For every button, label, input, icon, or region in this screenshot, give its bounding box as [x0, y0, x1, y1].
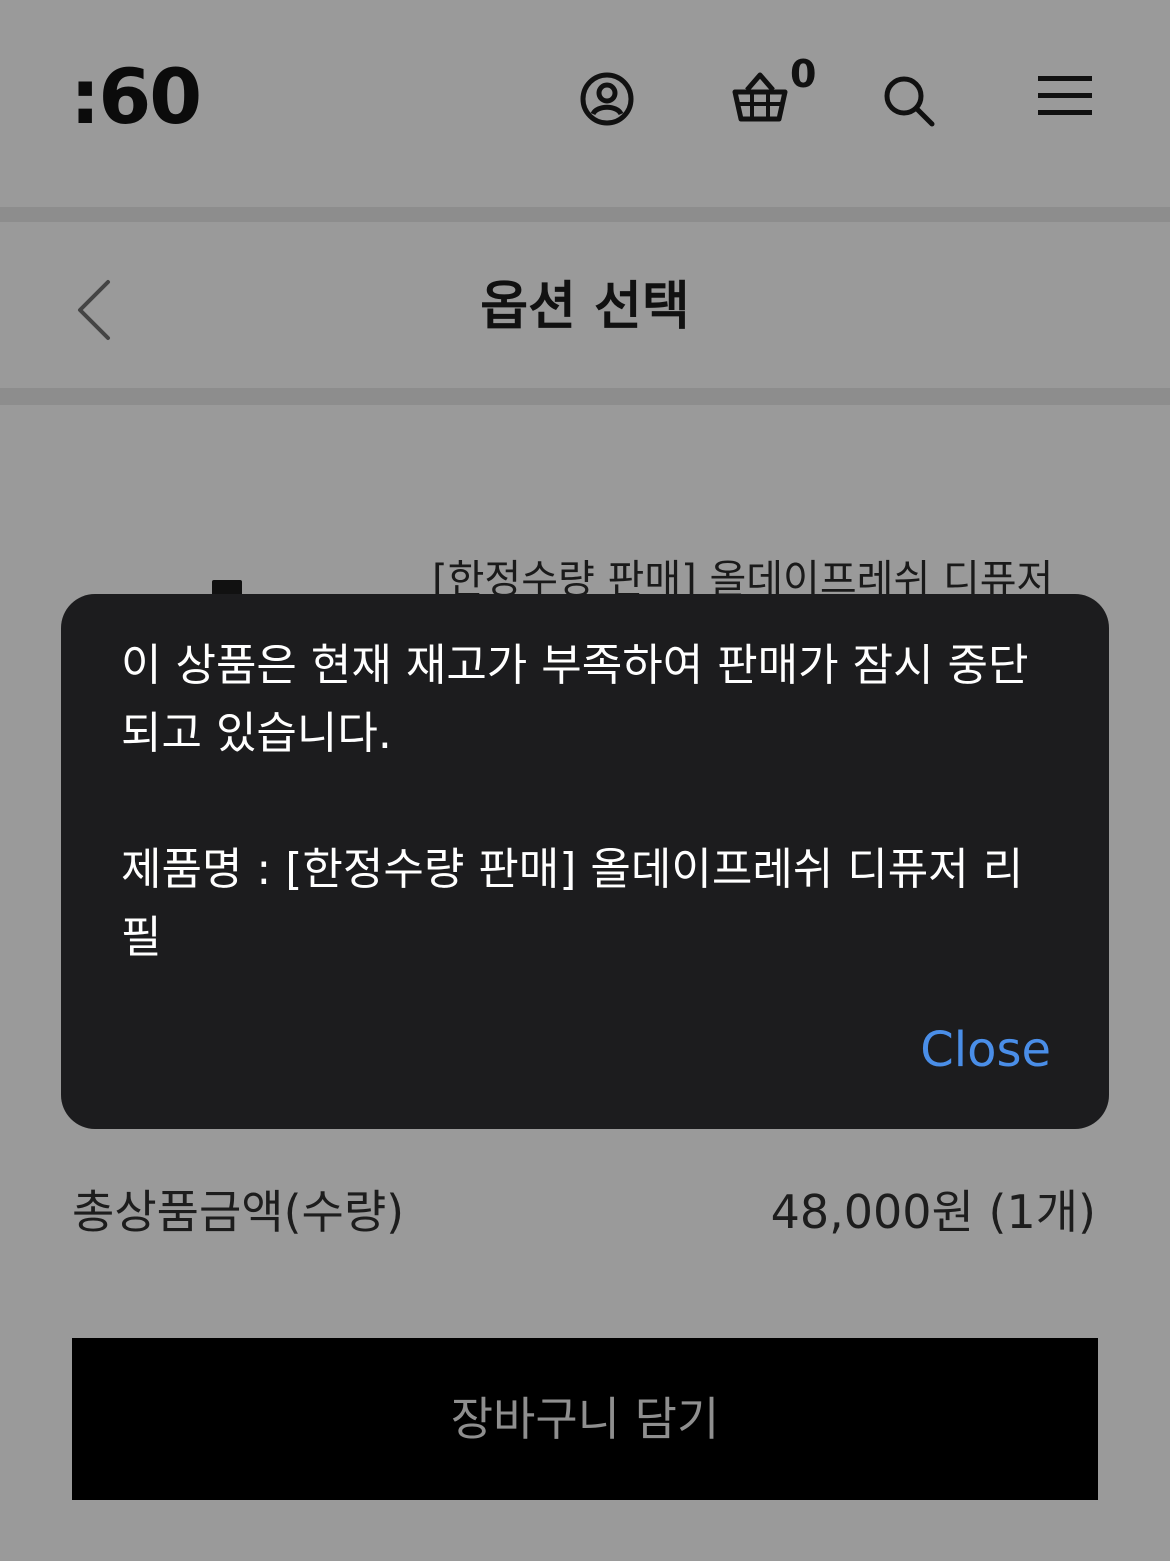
- alert-dialog: 이 상품은 현재 재고가 부족하여 판매가 잠시 중단되고 있습니다. 제품명 …: [61, 594, 1109, 1129]
- search-icon[interactable]: [880, 72, 936, 128]
- add-to-cart-button[interactable]: 장바구니 담기: [72, 1338, 1098, 1500]
- site-logo[interactable]: :60: [70, 59, 202, 135]
- alert-message: 이 상품은 현재 재고가 부족하여 판매가 잠시 중단되고 있습니다. 제품명 …: [121, 640, 1029, 963]
- total-label: 총상품금액(수량): [72, 1185, 405, 1239]
- page-title: 옵션 선택: [480, 277, 690, 337]
- product-name: [한정수량 판매] 올데이프레쉬 디퓨저: [432, 558, 1054, 596]
- cart-count-badge: 0: [790, 52, 817, 96]
- title-divider: [0, 388, 1170, 405]
- header-divider: [0, 207, 1170, 222]
- menu-icon[interactable]: [1036, 74, 1094, 118]
- close-button[interactable]: Close: [920, 1020, 1051, 1080]
- cart-icon[interactable]: [730, 70, 790, 126]
- page: :60 0 옵션 선택 [한정수량 판매] 올데이프레쉬 디퓨저 총상품금액(수…: [0, 0, 1170, 1561]
- site-header: :60 0: [0, 0, 1170, 207]
- total-value: 48,000원 (1개): [770, 1185, 1096, 1239]
- account-icon[interactable]: [578, 70, 636, 128]
